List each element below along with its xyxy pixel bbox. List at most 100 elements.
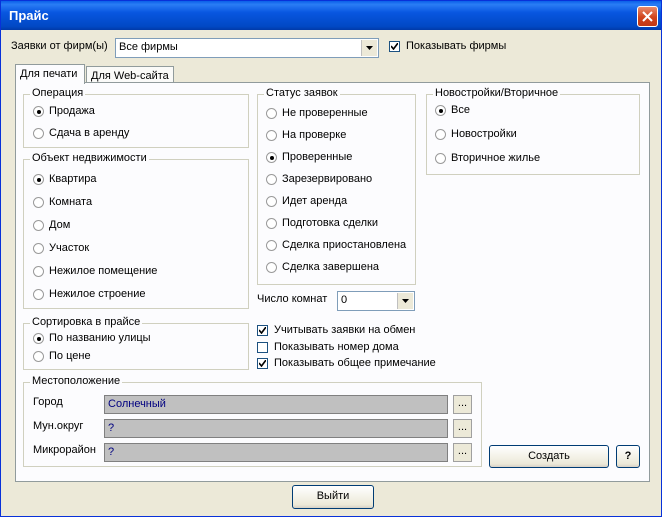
micro-browse-label: ... [457, 445, 468, 457]
exchange-checkbox[interactable] [257, 325, 268, 336]
title-bar[interactable]: Прайс [1, 1, 661, 30]
district-label: Мун.округ [33, 420, 84, 432]
radio-status-renting-label: Идет аренда [282, 195, 348, 207]
rooms-select-value: 0 [341, 294, 348, 306]
close-button[interactable] [637, 6, 658, 27]
district-value: ? [108, 422, 115, 434]
radio-rent-label: Сдача в аренду [49, 127, 130, 139]
district-field[interactable]: ? [104, 419, 448, 438]
radio-plot[interactable] [33, 243, 44, 254]
checkmark-icon [259, 327, 266, 334]
price-window: Прайс Заявки от фирм(ы) Все фирмы Показы… [0, 0, 662, 517]
radio-sale[interactable] [33, 106, 44, 117]
radio-newbuild-all-label: Все [451, 104, 470, 116]
house-number-checkbox[interactable] [257, 342, 268, 353]
firms-label: Заявки от фирм(ы) [11, 40, 108, 52]
radio-status-renting[interactable] [266, 196, 277, 207]
radio-sort-price-label: По цене [49, 350, 91, 362]
radio-newbuild-all[interactable] [435, 105, 446, 116]
tab-print-label: Для печати [20, 68, 78, 80]
radio-sort-street-label: По названию улицы [49, 332, 151, 344]
note-checkbox-label: Показывать общее примечание [274, 357, 436, 369]
city-browse-button[interactable]: ... [453, 395, 472, 414]
radio-status-checking-label: На проверке [282, 129, 347, 141]
help-button-label: ? [624, 450, 632, 462]
exit-button[interactable]: Выйти [292, 485, 374, 509]
radio-apartment-label: Квартира [49, 173, 97, 185]
radio-nonres-premises-label: Нежилое помещение [49, 265, 158, 277]
rooms-dropdown-button[interactable] [397, 293, 413, 309]
window-title: Прайс [9, 8, 49, 23]
radio-status-deal-done-label: Сделка завершена [282, 261, 380, 273]
radio-nonres-building[interactable] [33, 289, 44, 300]
radio-sort-price[interactable] [33, 351, 44, 362]
exchange-checkbox-label: Учитывать заявки на обмен [274, 324, 416, 336]
tab-website-label: Для Web-сайта [91, 70, 169, 82]
radio-status-checking[interactable] [266, 130, 277, 141]
newbuild-title: Новостройки/Вторичное [433, 87, 561, 99]
radio-nonres-building-label: Нежилое строение [49, 288, 146, 300]
firms-select[interactable]: Все фирмы [115, 38, 379, 58]
city-field[interactable]: Солнечный [104, 395, 448, 414]
radio-nonres-premises[interactable] [33, 266, 44, 277]
city-label: Город [33, 396, 63, 408]
house-number-checkbox-label: Показывать номер дома [274, 341, 399, 353]
exit-button-label: Выйти [316, 490, 350, 502]
radio-house-label: Дом [49, 219, 71, 231]
radio-status-deal-paused-label: Сделка приостановлена [282, 239, 407, 251]
location-title: Местоположение [30, 375, 123, 387]
radio-sale-label: Продажа [49, 105, 95, 117]
radio-newbuild-secondary[interactable] [435, 153, 446, 164]
radio-sort-street[interactable] [33, 333, 44, 344]
radio-room[interactable] [33, 197, 44, 208]
close-icon [642, 11, 653, 22]
operation-title: Операция [30, 87, 86, 99]
create-button[interactable]: Создать [489, 445, 609, 468]
sort-title: Сортировка в прайсе [30, 316, 143, 328]
chevron-down-icon [402, 299, 409, 303]
tab-website[interactable]: Для Web-сайта [86, 66, 174, 83]
firms-dropdown-button[interactable] [361, 40, 377, 56]
radio-status-deal-prep-label: Подготовка сделки [282, 217, 378, 229]
help-button[interactable]: ? [616, 445, 640, 468]
radio-status-unchecked-label: Не проверенные [282, 107, 368, 119]
radio-house[interactable] [33, 220, 44, 231]
city-value: Солнечный [108, 398, 166, 410]
radio-rent[interactable] [33, 128, 44, 139]
radio-newbuild-new[interactable] [435, 129, 446, 140]
radio-apartment[interactable] [33, 174, 44, 185]
city-browse-label: ... [457, 397, 468, 409]
radio-status-deal-prep[interactable] [266, 218, 277, 229]
show-firms-checkbox[interactable] [389, 41, 400, 52]
district-browse-button[interactable]: ... [453, 419, 472, 438]
status-title: Статус заявок [264, 87, 340, 99]
radio-status-reserved-label: Зарезервировано [282, 173, 373, 185]
radio-status-checked-label: Проверенные [282, 151, 353, 163]
radio-status-checked[interactable] [266, 152, 277, 163]
firms-select-value: Все фирмы [119, 41, 178, 53]
micro-browse-button[interactable]: ... [453, 443, 472, 462]
tab-panel: Операция Продажа Сдача в аренду Объект н… [15, 82, 650, 482]
sort-group: Сортировка в прайсе [23, 316, 249, 370]
radio-status-deal-done[interactable] [266, 262, 277, 273]
show-firms-label: Показывать фирмы [406, 40, 507, 52]
radio-room-label: Комната [49, 196, 93, 208]
checkmark-icon [391, 43, 398, 50]
radio-status-deal-paused[interactable] [266, 240, 277, 251]
micro-label: Микрорайон [33, 444, 96, 456]
radio-newbuild-secondary-label: Вторичное жилье [451, 152, 541, 164]
chevron-down-icon [366, 46, 373, 50]
radio-plot-label: Участок [49, 242, 90, 254]
micro-field[interactable]: ? [104, 443, 448, 462]
rooms-label: Число комнат [257, 293, 328, 305]
note-checkbox[interactable] [257, 358, 268, 369]
object-title: Объект недвижимости [30, 152, 149, 164]
radio-status-unchecked[interactable] [266, 108, 277, 119]
status-group: Статус заявок [257, 87, 416, 285]
rooms-select[interactable]: 0 [337, 291, 415, 311]
checkmark-icon [259, 360, 266, 367]
operation-group: Операция [23, 87, 249, 148]
radio-status-reserved[interactable] [266, 174, 277, 185]
district-browse-label: ... [457, 421, 468, 433]
tab-print[interactable]: Для печати [15, 64, 85, 84]
